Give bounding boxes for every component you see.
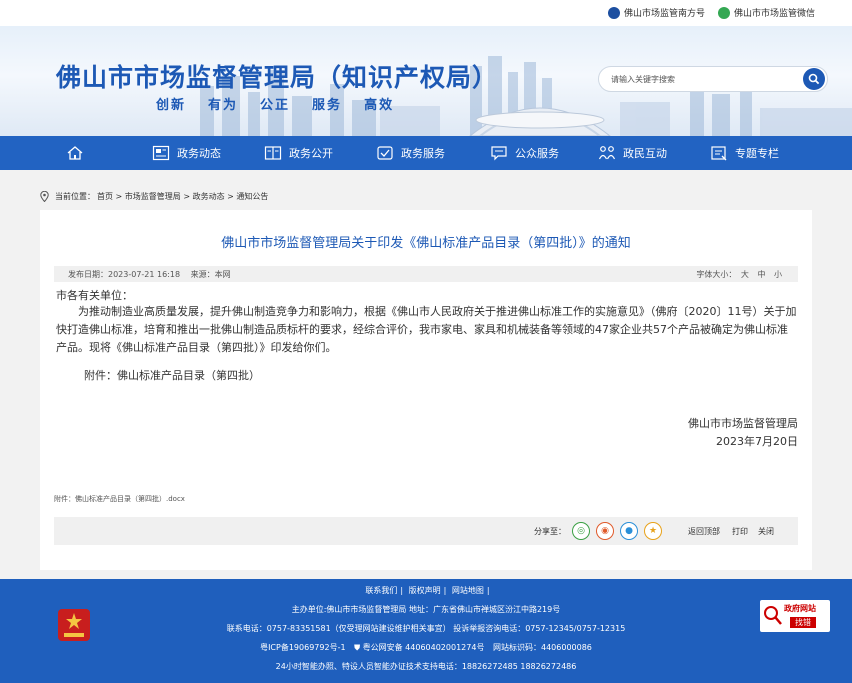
south-account-icon (608, 6, 620, 19)
slogan: 高效 (364, 98, 395, 113)
search-button[interactable] (803, 68, 825, 90)
slogan: 创新 (156, 98, 187, 113)
attachment-line: 附件：佛山标准产品目录（第四批） (84, 369, 260, 382)
south-account-label: 佛山市场监管南方号 (624, 9, 706, 19)
footer-link-sitemap[interactable]: 网站地图 (452, 586, 484, 595)
slogan: 公正 (260, 98, 291, 113)
weibo-share-icon[interactable]: ◉ (596, 522, 614, 540)
nav-open-affairs[interactable]: 政务公开 (264, 136, 333, 170)
footer-icp[interactable]: 粤ICP备19069792号-1 (260, 643, 345, 652)
site-header: 佛山市市场监督管理局（知识产权局） 创新 有为 公正 服务 高效 (0, 26, 852, 136)
nav-label: 政民互动 (623, 147, 667, 160)
topic-icon (711, 146, 727, 161)
footer-host: 主办单位:佛山市市场监督管理局 地址：广东省佛山市禅城区汾江中路219号 (291, 605, 561, 614)
font-size-label: 字体大小： (696, 270, 737, 279)
home-icon (67, 146, 83, 160)
breadcrumb-path[interactable]: 首页 > 市场监督管理局 > 政务动态 > 通知公告 (97, 191, 268, 202)
article-source: 来源：本网 (190, 270, 231, 279)
service-icon (377, 146, 393, 160)
font-size-control: 字体大小： 大 中 小 (696, 269, 782, 280)
share-label: 分享至： (534, 527, 566, 536)
site-title: 佛山市市场监督管理局（知识产权局） (56, 63, 499, 92)
search-box (598, 66, 828, 92)
footer-police[interactable]: 粤公网安备 44060402001274号 (363, 643, 485, 652)
qzone-share-icon[interactable]: ★ (644, 522, 662, 540)
nav-label: 公众服务 (515, 147, 559, 160)
footer-links: 联系我们 | 版权声明 | 网站地图 | (365, 586, 490, 595)
south-account-link[interactable]: 佛山市场监管南方号 (608, 6, 705, 19)
site-footer: 联系我们 | 版权声明 | 网站地图 | 主办单位:佛山市市场监督管理局 地址：广东省… (0, 579, 852, 683)
nav-home[interactable] (66, 136, 84, 170)
police-badge-icon: ⛊ (354, 643, 361, 652)
slogan: 服务 (312, 98, 343, 113)
gov-website-error-badge[interactable]: 政府网站 找错 (760, 600, 830, 632)
article-paragraph: 为推动制造业高质量发展，提升佛山制造竞争力和影响力，根据《佛山市人民政府关于推进… (56, 305, 797, 354)
nav-topics[interactable]: 专题专栏 (710, 136, 779, 170)
nav-public-service[interactable]: 公众服务 (490, 136, 559, 170)
slogan: 有为 (208, 98, 239, 113)
top-utility-bar: 佛山市场监管南方号 佛山市市场监管微信 (0, 0, 852, 26)
breadcrumb-prefix: 当前位置： (55, 192, 95, 201)
main-nav: 政务动态 政务公开 政务服务 公众服务 政民互动 专题专栏 (0, 136, 852, 170)
article-meta: 发布日期：2023-07-21 16:18 来源：本网 (68, 269, 231, 280)
wechat-icon (718, 6, 730, 19)
slogans: 创新 有为 公正 服务 高效 (156, 94, 394, 113)
magnifier-icon (764, 606, 782, 625)
party-emblem-icon (58, 609, 90, 641)
breadcrumb: 当前位置： 首页 > 市场监督管理局 > 政务动态 > 通知公告 (40, 191, 268, 202)
nav-interaction[interactable]: 政民互动 (598, 136, 667, 170)
wechat-label: 佛山市市场监管微信 (734, 9, 816, 19)
nav-label: 政务公开 (289, 147, 333, 160)
share-bar: 分享至： ◎ ◉ ● ★ 返回顶部 打印 关闭 (54, 517, 798, 545)
chat-icon (491, 146, 507, 161)
news-icon (152, 145, 170, 161)
article-title: 佛山市市场监督管理局关于印发《佛山标准产品目录（第四批）》的通知 (221, 236, 631, 251)
open-book-icon (264, 146, 282, 160)
footer-link-copyright[interactable]: 版权声明 (409, 586, 441, 595)
footer-phone: 联系电话：0757-83351581（仅受理网站建设维护相关事宜） 投诉举报咨询… (226, 624, 626, 633)
footer-site-code: 网站标识码：4406000086 (493, 643, 592, 652)
badge-title: 政府网站 (784, 604, 816, 613)
qq-share-icon[interactable]: ● (620, 522, 638, 540)
search-input[interactable] (611, 72, 791, 86)
signature-date: 2023年7月20日 (716, 435, 798, 448)
back-to-top-button[interactable]: 返回顶部 (688, 526, 720, 537)
footer-link-contact[interactable]: 联系我们 (365, 586, 397, 595)
article-meta-bar: 发布日期：2023-07-21 16:18 来源：本网 字体大小： 大 中 小 (54, 266, 798, 282)
nav-label: 政务动态 (177, 147, 221, 160)
close-button[interactable]: 关闭 (758, 526, 774, 537)
wechat-link[interactable]: 佛山市市场监管微信 (718, 6, 815, 19)
footer-registration: 粤ICP备19069792号-1 ⛊ 粤公网安备 44060402001274号… (0, 642, 852, 653)
nav-news[interactable]: 政务动态 (152, 136, 221, 170)
footer-support: 24小时智能办照、特设人员智能办证技术支持电话：18826272485 1882… (275, 662, 577, 671)
font-size-medium[interactable]: 中 (757, 270, 765, 279)
search-icon (808, 73, 820, 85)
badge-action: 找错 (790, 617, 816, 628)
publish-date: 发布日期：2023-07-21 16:18 (68, 270, 181, 279)
location-pin-icon (40, 191, 49, 202)
nav-label: 专题专栏 (735, 147, 779, 160)
font-size-small[interactable]: 小 (774, 270, 782, 279)
wechat-share-icon[interactable]: ◎ (572, 522, 590, 540)
people-icon (598, 146, 616, 160)
signature-org: 佛山市市场监督管理局 (688, 417, 798, 430)
nav-label: 政务服务 (401, 147, 445, 160)
print-button[interactable]: 打印 (732, 526, 748, 537)
font-size-large[interactable]: 大 (741, 270, 749, 279)
article-card (40, 210, 812, 570)
attachment-file-link[interactable]: 附件：佛山标准产品目录（第四批）.docx (54, 494, 185, 504)
nav-gov-service[interactable]: 政务服务 (376, 136, 445, 170)
